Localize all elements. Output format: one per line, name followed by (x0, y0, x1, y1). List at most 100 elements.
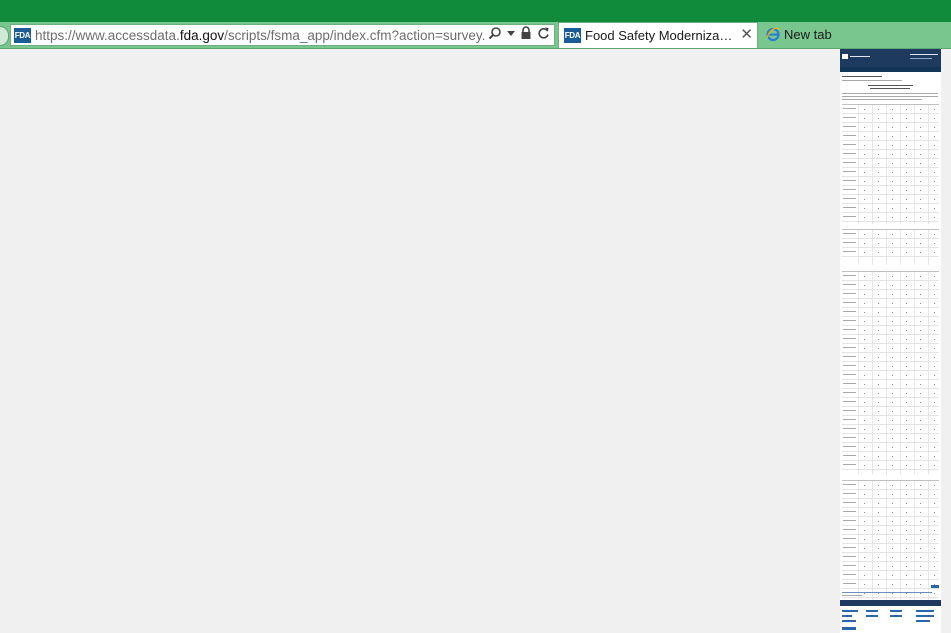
radio-option[interactable] (920, 339, 921, 340)
radio-option[interactable] (920, 420, 921, 421)
radio-option[interactable] (934, 276, 935, 277)
radio-option[interactable] (934, 539, 935, 540)
radio-option[interactable] (892, 530, 893, 531)
radio-option[interactable] (920, 109, 921, 110)
radio-option[interactable] (920, 321, 921, 322)
radio-option[interactable] (878, 593, 879, 594)
radio-option[interactable] (920, 548, 921, 549)
radio-option[interactable] (934, 303, 935, 304)
radio-option[interactable] (920, 366, 921, 367)
radio-option[interactable] (934, 118, 935, 119)
radio-option[interactable] (864, 402, 865, 403)
radio-option[interactable] (864, 208, 865, 209)
radio-option[interactable] (864, 593, 865, 594)
radio-option[interactable] (934, 154, 935, 155)
radio-option[interactable] (934, 199, 935, 200)
radio-option[interactable] (878, 118, 879, 119)
radio-option[interactable] (920, 199, 921, 200)
radio-option[interactable] (892, 548, 893, 549)
back-button[interactable] (0, 26, 9, 46)
radio-option[interactable] (920, 234, 921, 235)
radio-option[interactable] (934, 243, 935, 244)
radio-option[interactable] (906, 438, 907, 439)
radio-option[interactable] (864, 172, 865, 173)
radio-option[interactable] (920, 217, 921, 218)
radio-option[interactable] (920, 557, 921, 558)
radio-option[interactable] (920, 190, 921, 191)
radio-option[interactable] (892, 217, 893, 218)
radio-option[interactable] (864, 276, 865, 277)
radio-option[interactable] (906, 402, 907, 403)
radio-option[interactable] (864, 234, 865, 235)
radio-option[interactable] (892, 348, 893, 349)
radio-option[interactable] (878, 503, 879, 504)
radio-option[interactable] (878, 530, 879, 531)
radio-option[interactable] (906, 199, 907, 200)
radio-option[interactable] (934, 357, 935, 358)
radio-option[interactable] (864, 456, 865, 457)
radio-option[interactable] (920, 303, 921, 304)
radio-option[interactable] (892, 420, 893, 421)
radio-option[interactable] (920, 566, 921, 567)
radio-option[interactable] (906, 357, 907, 358)
radio-option[interactable] (892, 384, 893, 385)
radio-option[interactable] (878, 420, 879, 421)
radio-option[interactable] (878, 252, 879, 253)
radio-option[interactable] (878, 330, 879, 331)
radio-option[interactable] (920, 181, 921, 182)
radio-option[interactable] (906, 243, 907, 244)
radio-option[interactable] (892, 252, 893, 253)
radio-option[interactable] (934, 557, 935, 558)
radio-option[interactable] (906, 145, 907, 146)
radio-option[interactable] (920, 393, 921, 394)
radio-option[interactable] (906, 154, 907, 155)
radio-option[interactable] (906, 494, 907, 495)
radio-option[interactable] (906, 521, 907, 522)
radio-option[interactable] (934, 136, 935, 137)
radio-option[interactable] (920, 384, 921, 385)
radio-option[interactable] (878, 566, 879, 567)
radio-option[interactable] (864, 521, 865, 522)
radio-option[interactable] (878, 181, 879, 182)
radio-option[interactable] (920, 521, 921, 522)
radio-option[interactable] (906, 127, 907, 128)
radio-option[interactable] (906, 366, 907, 367)
radio-option[interactable] (920, 154, 921, 155)
radio-option[interactable] (864, 494, 865, 495)
radio-option[interactable] (906, 190, 907, 191)
radio-option[interactable] (906, 285, 907, 286)
radio-option[interactable] (906, 557, 907, 558)
radio-option[interactable] (906, 503, 907, 504)
radio-option[interactable] (878, 154, 879, 155)
radio-option[interactable] (878, 557, 879, 558)
radio-option[interactable] (892, 465, 893, 466)
radio-option[interactable] (892, 136, 893, 137)
radio-option[interactable] (892, 503, 893, 504)
radio-option[interactable] (920, 145, 921, 146)
radio-option[interactable] (920, 438, 921, 439)
radio-option[interactable] (906, 411, 907, 412)
radio-option[interactable] (864, 190, 865, 191)
radio-option[interactable] (906, 548, 907, 549)
radio-option[interactable] (864, 294, 865, 295)
radio-option[interactable] (920, 402, 921, 403)
radio-option[interactable] (878, 190, 879, 191)
radio-option[interactable] (920, 136, 921, 137)
radio-option[interactable] (906, 512, 907, 513)
radio-option[interactable] (892, 566, 893, 567)
radio-option[interactable] (892, 575, 893, 576)
refresh-icon[interactable] (537, 26, 550, 45)
radio-option[interactable] (934, 294, 935, 295)
radio-option[interactable] (878, 438, 879, 439)
radio-option[interactable] (892, 303, 893, 304)
radio-option[interactable] (906, 109, 907, 110)
radio-option[interactable] (906, 252, 907, 253)
radio-option[interactable] (934, 575, 935, 576)
radio-option[interactable] (920, 539, 921, 540)
radio-option[interactable] (878, 539, 879, 540)
radio-option[interactable] (892, 339, 893, 340)
radio-option[interactable] (920, 357, 921, 358)
radio-option[interactable] (878, 145, 879, 146)
radio-option[interactable] (920, 575, 921, 576)
radio-option[interactable] (864, 330, 865, 331)
